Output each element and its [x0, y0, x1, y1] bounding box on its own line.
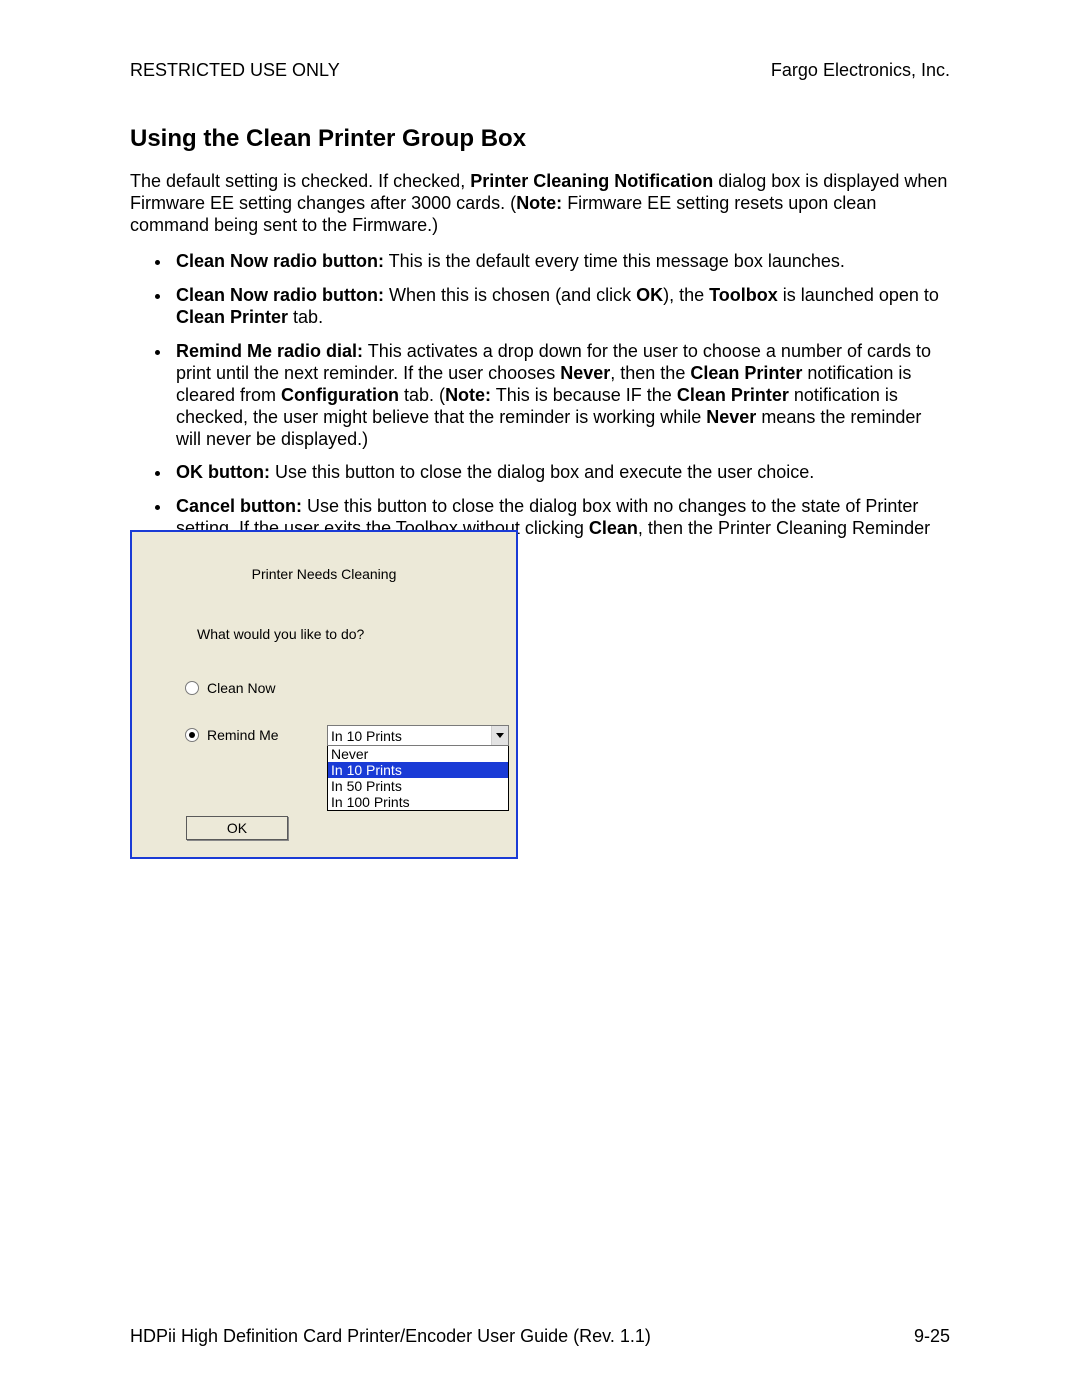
bullet-bold: Never: [706, 407, 756, 427]
bullet-text: is launched open to: [778, 285, 939, 305]
intro-bold-2: Note:: [516, 193, 562, 213]
bullet-item: OK button: Use this button to close the …: [172, 462, 950, 484]
radio-label: Remind Me: [207, 727, 279, 743]
radio-icon: [185, 681, 199, 695]
bullet-bold: Configuration: [281, 385, 399, 405]
ok-button[interactable]: OK: [186, 816, 288, 840]
dropdown-selected[interactable]: In 10 Prints: [327, 725, 509, 746]
header-right: Fargo Electronics, Inc.: [771, 60, 950, 81]
intro-text: The default setting is checked. If check…: [130, 171, 470, 191]
bullet-bold: Clean Printer: [677, 385, 789, 405]
bullet-bold: Note:: [445, 385, 491, 405]
radio-label: Clean Now: [207, 680, 275, 696]
bullet-item: Clean Now radio button: This is the defa…: [172, 251, 950, 273]
radio-remind-me[interactable]: Remind Me: [185, 727, 279, 743]
bullet-bold: Remind Me radio dial:: [176, 341, 363, 361]
footer-left: HDPii High Definition Card Printer/Encod…: [130, 1326, 651, 1347]
section-title: Using the Clean Printer Group Box: [130, 125, 950, 153]
bullet-text: tab.: [288, 307, 323, 327]
bullet-bold: Clean Printer: [176, 307, 288, 327]
dropdown-list[interactable]: Never In 10 Prints In 50 Prints In 100 P…: [327, 746, 509, 811]
bullet-bold: Cancel button:: [176, 496, 302, 516]
page-header: RESTRICTED USE ONLY Fargo Electronics, I…: [130, 60, 950, 81]
dropdown-option-never[interactable]: Never: [328, 746, 508, 762]
bullet-text: This is the default every time this mess…: [384, 251, 845, 271]
document-page: RESTRICTED USE ONLY Fargo Electronics, I…: [0, 0, 1080, 1397]
dropdown-option-50[interactable]: In 50 Prints: [328, 778, 508, 794]
header-left: RESTRICTED USE ONLY: [130, 60, 340, 81]
intro-bold-1: Printer Cleaning Notification: [470, 171, 713, 191]
remind-dropdown[interactable]: In 10 Prints Never In 10 Prints In 50 Pr…: [327, 725, 509, 811]
bullet-text: This is because IF the: [491, 385, 677, 405]
bullet-bold: Clean Now radio button:: [176, 285, 384, 305]
intro-paragraph: The default setting is checked. If check…: [130, 171, 950, 237]
bullet-item: Clean Now radio button: When this is cho…: [172, 285, 950, 329]
bullet-text: Use this button to close the dialog box …: [270, 462, 814, 482]
radio-clean-now[interactable]: Clean Now: [185, 680, 275, 696]
printer-cleaning-dialog: Printer Needs Cleaning What would you li…: [130, 530, 518, 859]
bullet-list: Clean Now radio button: This is the defa…: [130, 251, 950, 562]
bullet-bold: OK: [636, 285, 663, 305]
dropdown-option-100[interactable]: In 100 Prints: [328, 794, 508, 810]
bullet-text: ), the: [663, 285, 709, 305]
dialog-prompt: What would you like to do?: [197, 626, 364, 642]
bullet-text: When this is chosen (and click: [384, 285, 636, 305]
chevron-down-icon[interactable]: [491, 726, 508, 745]
bullet-bold: Never: [560, 363, 610, 383]
dialog-title: Printer Needs Cleaning: [132, 566, 516, 582]
bullet-bold: Toolbox: [709, 285, 778, 305]
bullet-bold: Clean: [589, 518, 638, 538]
dropdown-value: In 10 Prints: [331, 728, 402, 744]
radio-selected-dot: [189, 732, 195, 738]
dropdown-option-10[interactable]: In 10 Prints: [328, 762, 508, 778]
bullet-bold: Clean Printer: [690, 363, 802, 383]
page-footer: HDPii High Definition Card Printer/Encod…: [130, 1326, 950, 1347]
bullet-bold: Clean Now radio button:: [176, 251, 384, 271]
bullet-item: Remind Me radio dial: This activates a d…: [172, 341, 950, 451]
bullet-text: tab. (: [399, 385, 445, 405]
radio-icon: [185, 728, 199, 742]
bullet-bold: OK button:: [176, 462, 270, 482]
bullet-text: , then the: [610, 363, 690, 383]
footer-right: 9-25: [914, 1326, 950, 1347]
